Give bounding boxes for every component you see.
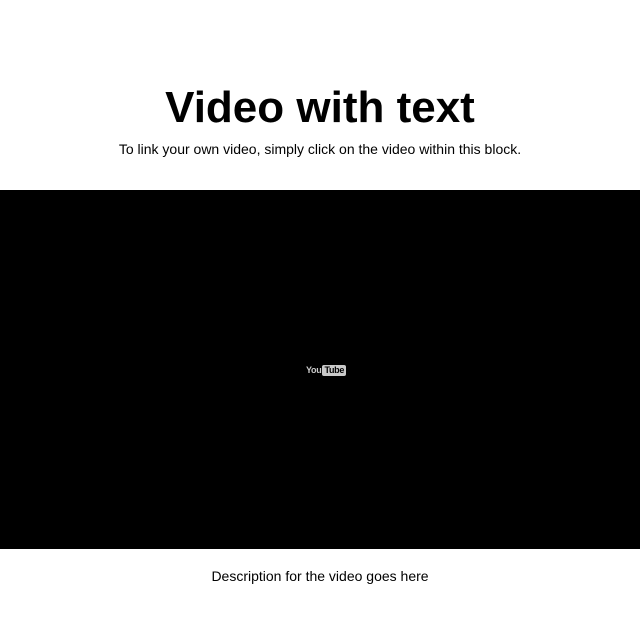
- page-title: Video with text: [165, 83, 475, 132]
- youtube-logo-tube-text: Tube: [322, 364, 347, 376]
- page: Video with text To link your own video, …: [0, 0, 640, 634]
- page-subtitle: To link your own video, simply click on …: [118, 141, 522, 157]
- video-description: Description for the video goes here: [211, 568, 429, 584]
- youtube-logo-you-text: You: [306, 365, 322, 375]
- youtube-logo-icon[interactable]: You Tube: [306, 364, 347, 376]
